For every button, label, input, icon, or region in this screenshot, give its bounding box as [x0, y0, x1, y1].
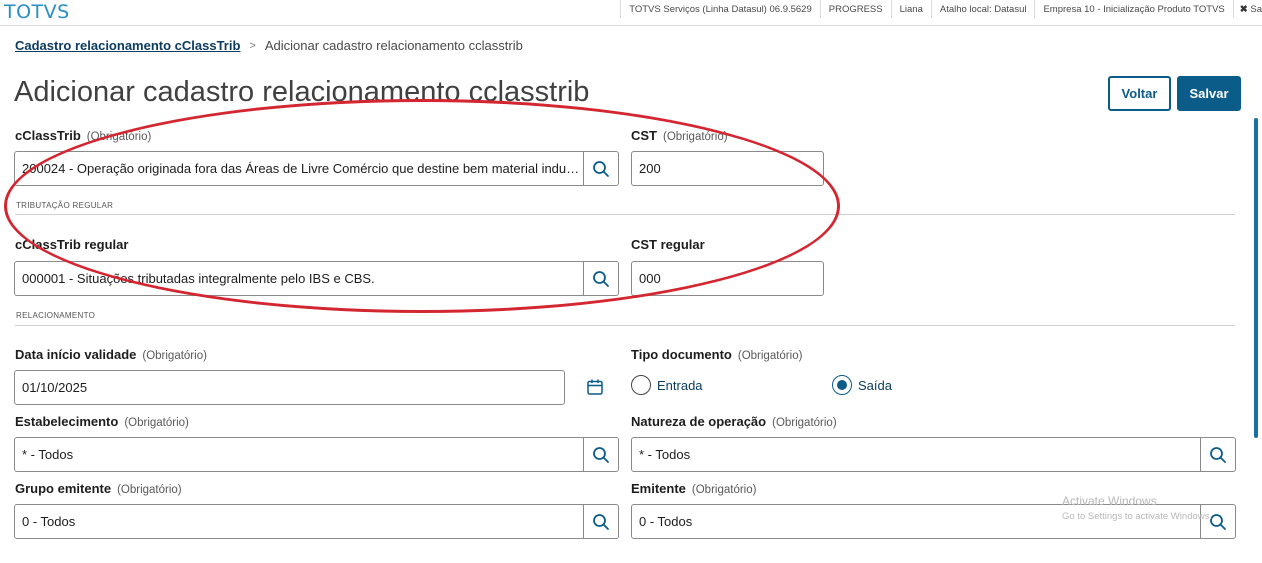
cst-value[interactable]: 200	[632, 161, 823, 176]
breadcrumb-parent-link[interactable]: Cadastro relacionamento cClassTrib	[15, 38, 240, 53]
section-divider	[15, 214, 1235, 215]
cclasstrib-regular-label: cClassTrib regular	[15, 237, 129, 252]
cclasstrib-label-text: cClassTrib	[15, 128, 81, 143]
required-hint: (Obrigatório)	[86, 131, 152, 143]
search-icon	[593, 270, 609, 287]
natureza-field[interactable]: * - Todos	[631, 437, 1236, 472]
required-hint: (Obrigatório)	[772, 417, 837, 429]
save-button[interactable]: Salvar	[1177, 76, 1241, 111]
page-title: Adicionar cadastro relacionamento cclass…	[14, 76, 590, 108]
calendar-icon[interactable]	[585, 377, 605, 397]
tipo-documento-label: Tipo documento (Obrigatório)	[631, 347, 802, 362]
natureza-label: Natureza de operação (Obrigatório)	[631, 414, 837, 429]
section-tributacao-regular: TRIBUTAÇÃO REGULAR	[16, 201, 114, 210]
radio-circle[interactable]	[631, 375, 651, 395]
radio-circle-selected[interactable]	[832, 375, 852, 395]
cst-regular-value[interactable]: 000	[632, 271, 823, 286]
required-hint: (Obrigatório)	[124, 417, 189, 429]
top-bar: TOTVS TOTVS Serviços (Linha Datasul) 06.…	[0, 0, 1262, 26]
estabelecimento-value[interactable]: * - Todos	[15, 447, 583, 462]
emitente-label-text: Emitente	[631, 481, 686, 496]
search-icon	[593, 446, 609, 463]
estabelecimento-field[interactable]: * - Todos	[14, 437, 619, 472]
data-inicio-label-text: Data início validade	[15, 347, 137, 362]
natureza-label-text: Natureza de operação	[631, 414, 767, 429]
top-info-user[interactable]: Liana	[890, 0, 931, 18]
data-inicio-label: Data início validade (Obrigatório)	[15, 347, 207, 362]
required-hint: (Obrigatório)	[117, 484, 182, 496]
radio-saida-label: Saída	[858, 377, 892, 393]
search-icon	[593, 160, 609, 177]
cst-regular-field[interactable]: 000	[631, 261, 824, 296]
required-hint: (Obrigatório)	[737, 350, 803, 362]
top-info-bar: TOTVS Serviços (Linha Datasul) 06.9.5629…	[620, 0, 1262, 18]
radio-saida[interactable]: Saída	[832, 375, 892, 395]
chevron-right-icon: >	[249, 39, 256, 52]
grupo-emitente-label-text: Grupo emitente	[15, 481, 112, 496]
section-relacionamento: RELACIONAMENTO	[16, 311, 96, 320]
breadcrumb-current: Adicionar cadastro relacionamento cclass…	[264, 38, 523, 53]
data-inicio-field[interactable]: 01/10/2025	[14, 370, 565, 405]
top-info-company[interactable]: Empresa 10 - Inicialização Produto TOTVS	[1034, 0, 1232, 18]
natureza-value[interactable]: * - Todos	[632, 447, 1200, 462]
grupo-emitente-value[interactable]: 0 - Todos	[15, 514, 583, 529]
natureza-lookup-button[interactable]	[1200, 438, 1235, 471]
required-hint: (Obrigatório)	[142, 350, 207, 362]
cclasstrib-field[interactable]: 200024 - Operação originada fora das Áre…	[14, 151, 619, 186]
tipo-documento-label-text: Tipo documento	[631, 347, 732, 362]
emitente-label: Emitente (Obrigatório)	[631, 481, 756, 496]
estabelecimento-label-text: Estabelecimento	[15, 414, 119, 429]
required-hint: (Obrigatório)	[691, 484, 757, 496]
data-inicio-value[interactable]: 01/10/2025	[15, 380, 564, 395]
cclasstrib-value[interactable]: 200024 - Operação originada fora das Áre…	[15, 161, 583, 176]
top-info-database: PROGRESS	[819, 0, 891, 18]
required-hint: (Obrigatório)	[663, 131, 728, 143]
cst-label-text: CST	[631, 128, 657, 143]
grupo-emitente-label: Grupo emitente (Obrigatório)	[15, 481, 182, 496]
section-divider	[15, 325, 1235, 326]
vertical-scrollbar[interactable]	[1254, 118, 1258, 438]
cst-label: CST (Obrigatório)	[631, 128, 728, 143]
estabelecimento-lookup-button[interactable]	[583, 438, 618, 471]
radio-entrada[interactable]: Entrada	[631, 375, 703, 395]
cclasstrib-lookup-button[interactable]	[583, 152, 618, 185]
search-icon	[1210, 446, 1226, 463]
top-info-shortcut[interactable]: Atalho local: Datasul	[930, 0, 1035, 18]
breadcrumb: Cadastro relacionamento cClassTrib > Adi…	[15, 38, 523, 53]
cclasstrib-regular-lookup-button[interactable]	[583, 262, 618, 295]
activate-windows-watermark: Activate Windows Go to Settings to activ…	[1062, 494, 1212, 522]
exit-label: Sa	[1250, 4, 1262, 15]
top-info-exit[interactable]: ✖ Sa	[1232, 0, 1262, 18]
cclasstrib-regular-value[interactable]: 000001 - Situações tributadas integralme…	[15, 271, 583, 286]
close-icon: ✖	[1239, 4, 1248, 15]
watermark-subtitle: Go to Settings to activate Windows.	[1062, 511, 1212, 522]
search-icon	[593, 513, 609, 530]
grupo-emitente-lookup-button[interactable]	[583, 505, 618, 538]
back-button[interactable]: Voltar	[1108, 76, 1171, 111]
totvs-logo: TOTVS	[4, 1, 70, 23]
top-info-product: TOTVS Serviços (Linha Datasul) 06.9.5629	[620, 0, 820, 18]
watermark-title: Activate Windows	[1062, 494, 1157, 508]
estabelecimento-label: Estabelecimento (Obrigatório)	[15, 414, 189, 429]
grupo-emitente-field[interactable]: 0 - Todos	[14, 504, 619, 539]
cclasstrib-regular-field[interactable]: 000001 - Situações tributadas integralme…	[14, 261, 619, 296]
cclasstrib-label: cClassTrib (Obrigatório)	[15, 128, 151, 143]
cst-regular-label: CST regular	[631, 237, 705, 252]
calendar-icon-svg	[587, 379, 603, 395]
radio-entrada-label: Entrada	[657, 377, 703, 393]
cst-field[interactable]: 200	[631, 151, 824, 186]
